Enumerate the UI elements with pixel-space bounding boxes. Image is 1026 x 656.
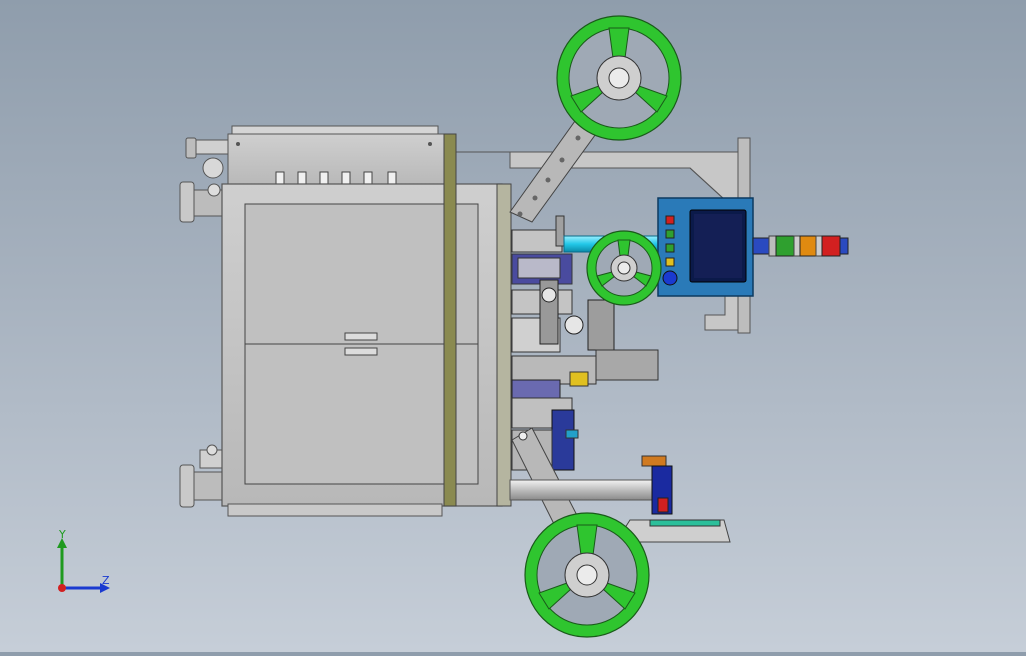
middle-reel xyxy=(586,230,662,306)
main-cabinet xyxy=(221,133,512,517)
panel-button-green-2 xyxy=(665,243,675,253)
panel-button-yellow xyxy=(665,257,675,267)
y-axis-label: Y xyxy=(58,528,66,541)
upper-housing xyxy=(227,125,445,187)
tower-segment-green xyxy=(775,235,795,257)
bottom-reel xyxy=(524,512,650,638)
left-feet xyxy=(179,137,229,508)
tower-segment-red xyxy=(821,235,841,257)
cad-viewport[interactable]: Y Z xyxy=(0,0,1026,652)
signal-tower xyxy=(752,235,849,257)
tower-segment-orange xyxy=(799,235,817,257)
axis-triad: Y Z xyxy=(57,528,110,593)
machine-model xyxy=(179,15,849,638)
x-axis-origin xyxy=(58,584,66,592)
panel-button-green-1 xyxy=(665,229,675,239)
panel-button-red xyxy=(665,215,675,225)
panel-knob xyxy=(662,270,678,286)
z-axis-label: Z xyxy=(102,574,110,587)
top-reel xyxy=(556,15,682,141)
